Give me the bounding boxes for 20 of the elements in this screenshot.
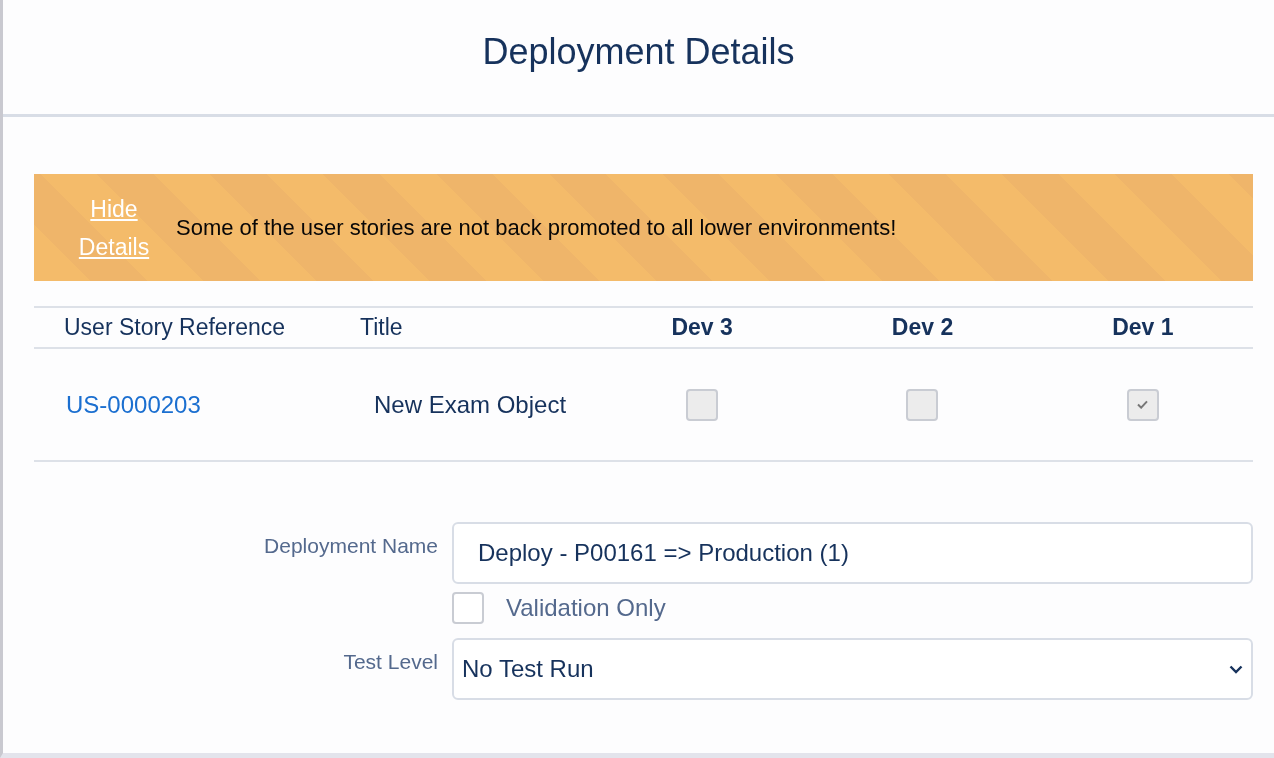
checkmark-icon — [1137, 400, 1149, 409]
deployment-name-field[interactable]: Deploy - P00161 => Production (1) — [452, 522, 1253, 584]
warning-message: Some of the user stories are not back promoted to all lower environments! — [176, 214, 897, 241]
environment-checkbox[interactable] — [906, 388, 939, 421]
user-story-link[interactable]: US-0000203 — [64, 390, 201, 418]
test-level-dropdown[interactable]: No Test Run — [452, 638, 1253, 700]
checkbox-label: Validation Only — [506, 594, 666, 622]
validation-checkbox[interactable] — [452, 592, 484, 624]
field-label: Deployment Name — [263, 533, 439, 558]
field-label: Test Level — [342, 649, 439, 674]
story-title: New Exam Object — [373, 390, 567, 418]
modal-title: Deployment Details — [482, 31, 795, 74]
column-header: Dev 2 — [890, 314, 955, 341]
chevron-down-icon — [1229, 664, 1243, 674]
environment-checkbox[interactable] — [1126, 388, 1159, 421]
column-header: Title — [359, 314, 404, 341]
column-header: User Story Reference — [63, 314, 287, 341]
column-header: Dev 1 — [1111, 314, 1175, 341]
column-header: Dev 3 — [670, 314, 734, 341]
environment-checkbox[interactable] — [686, 388, 719, 421]
